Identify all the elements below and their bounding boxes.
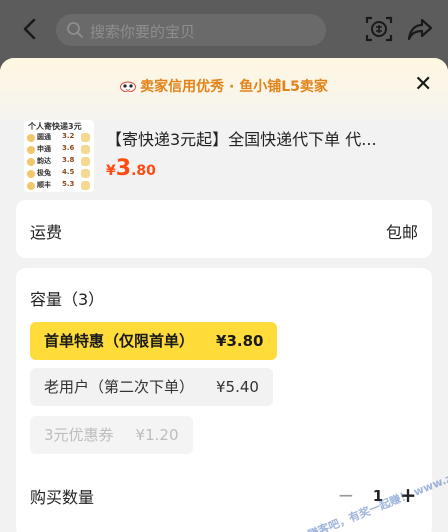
thumb-courier: 申通 (37, 145, 51, 153)
option-coupon-disabled: 3元优惠券 ¥1.20 (30, 416, 193, 454)
option-name: 3元优惠券 (44, 426, 114, 444)
capacity-label: 容量（3） (30, 290, 105, 309)
thumb-price: 5.3 (62, 180, 75, 188)
shipping-value: 包邮 (385, 223, 418, 242)
thumb-courier: 顺丰 (37, 181, 51, 189)
quantity-label: 购买数量 (30, 488, 95, 507)
close-icon[interactable]: ✕ (414, 74, 432, 96)
option-price: ¥5.40 (216, 378, 259, 396)
fish-eyes-icon (120, 81, 137, 92)
thumb-price: 3.6 (62, 144, 75, 152)
price-decimal: .80 (131, 163, 156, 179)
thumb-row: 顺丰 5.3 (24, 180, 94, 191)
seller-credit-banner: 卖家信用优秀 · 鱼小铺L5卖家 ✕ (0, 58, 448, 120)
options-card: 容量（3） 首单特惠（仅限首单） ¥3.80 老用户（第二次下单） ¥5.40 3元… (16, 268, 432, 532)
search-input[interactable]: 搜索你要的宝贝 (56, 14, 326, 46)
scan-sell-icon[interactable] (364, 14, 394, 44)
thumb-price: 3.8 (62, 156, 75, 164)
option-name: 首单特惠（仅限首单） (44, 332, 195, 350)
option-first-order[interactable]: 首单特惠（仅限首单） ¥3.80 (30, 322, 278, 360)
option-price: ¥1.20 (135, 426, 179, 444)
thumb-row: 极兔 4.5 (24, 168, 94, 179)
shipping-card: 运费 包邮 (16, 200, 432, 258)
product-thumbnail: 个人寄快递3元 圆通 3.2 申通 3.6 韵达 3.8 极兔 4.5 顺丰 5.3 (24, 120, 94, 192)
thumb-price: 4.5 (62, 168, 75, 176)
shipping-label: 运费 (30, 223, 63, 242)
top-bar: 搜索你要的宝贝 (0, 0, 448, 58)
search-icon (67, 22, 83, 38)
thumb-price: 3.2 (62, 132, 75, 140)
product-price: ¥3.80 (106, 156, 156, 181)
product-title: 【寄快递3元起】全国快递代下单 代... (106, 130, 377, 149)
option-name: 老用户（第二次下单） (44, 378, 195, 396)
share-icon[interactable] (406, 15, 434, 43)
thumb-courier: 韵达 (37, 157, 51, 165)
option-price: ¥3.80 (216, 332, 264, 350)
price-integer: 3 (115, 156, 132, 181)
thumb-row: 申通 3.6 (24, 144, 94, 155)
seller-credit-text: 卖家信用优秀 · 鱼小铺L5卖家 (140, 79, 328, 95)
thumb-row: 韵达 3.8 (24, 156, 94, 167)
search-placeholder: 搜索你要的宝贝 (90, 23, 196, 41)
price-currency: ¥ (106, 163, 116, 179)
thumb-courier: 极兔 (37, 169, 51, 177)
thumb-row: 圆通 3.2 (24, 132, 94, 143)
option-returning-user[interactable]: 老用户（第二次下单） ¥5.40 (30, 368, 273, 406)
thumb-title: 个人寄快递3元 (28, 122, 82, 131)
back-icon[interactable] (18, 16, 44, 42)
thumb-courier: 圆通 (37, 133, 51, 141)
sku-sheet: 卖家信用优秀 · 鱼小铺L5卖家 ✕ 个人寄快递3元 圆通 3.2 申通 3.6 韵… (0, 58, 448, 532)
